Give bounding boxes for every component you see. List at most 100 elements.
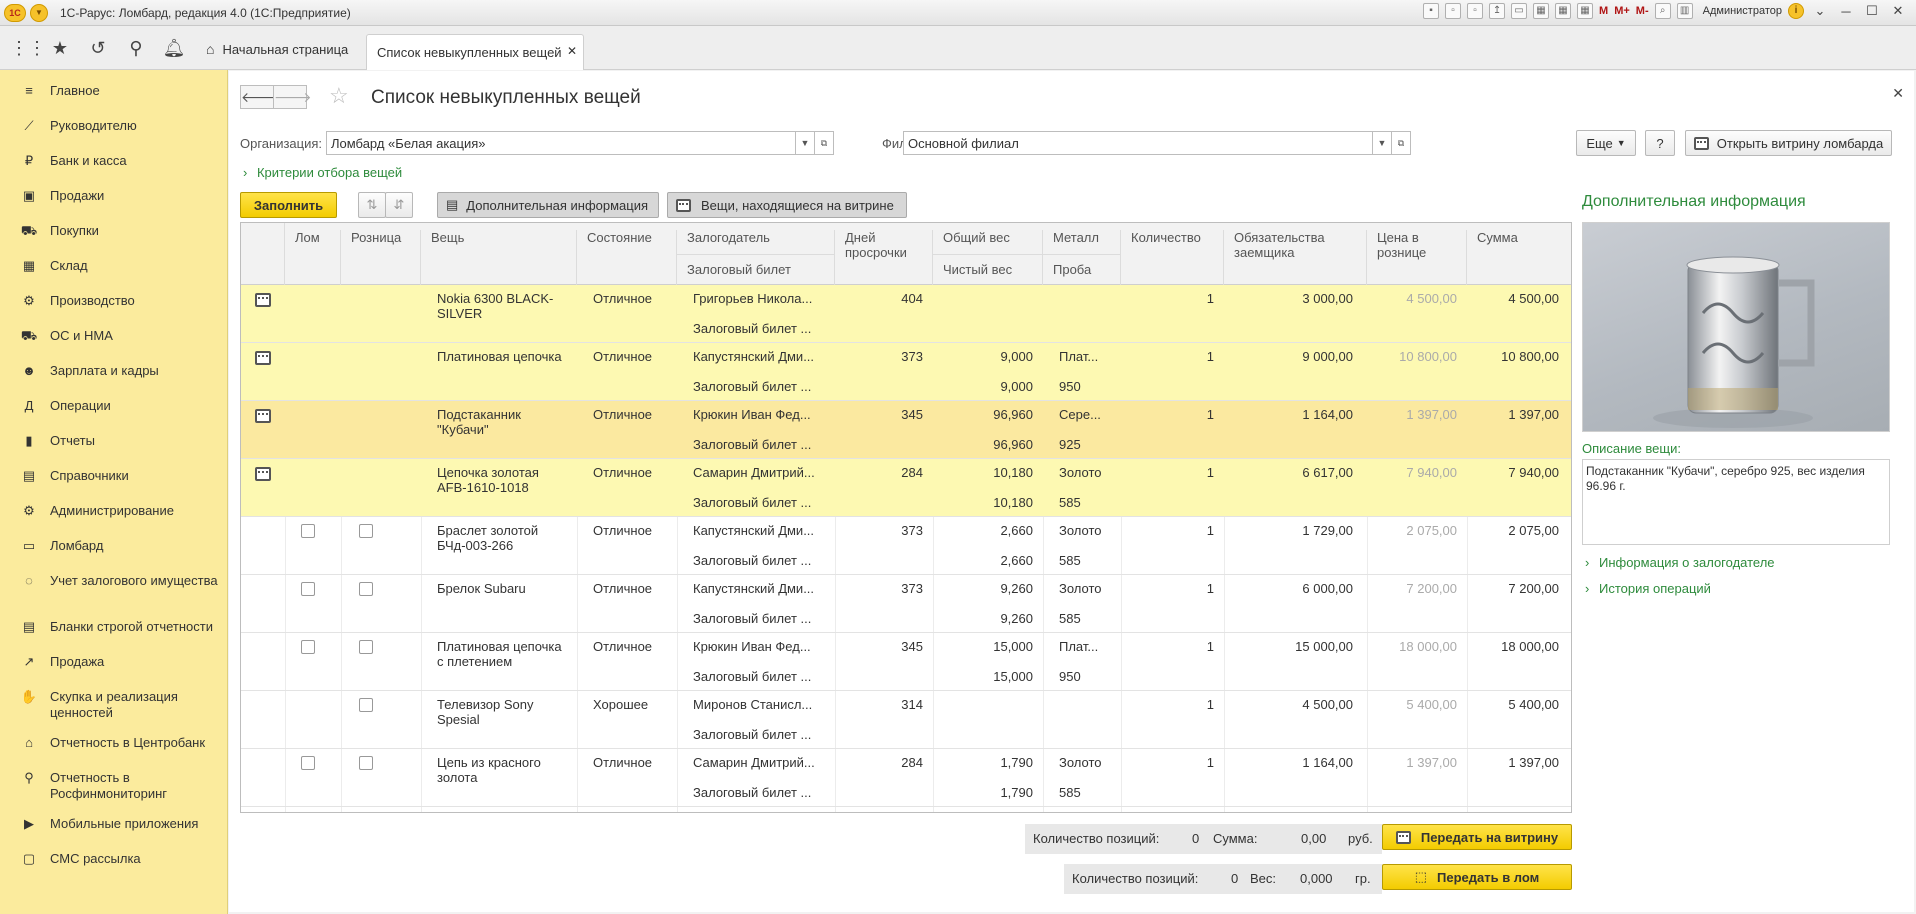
- header-probe[interactable]: Проба: [1043, 254, 1121, 285]
- table-row[interactable]: Подстаканник "Кубачи" Отличное Крюкин Иван…: [241, 401, 1571, 459]
- sidebar-item-6[interactable]: ⚙ Производство: [0, 293, 228, 309]
- sort-desc-button[interactable]: ⇵: [385, 192, 413, 218]
- info-icon[interactable]: i: [1788, 3, 1804, 19]
- favorites-star-icon[interactable]: ★: [48, 36, 72, 60]
- header-net-weight[interactable]: Чистый вес: [933, 254, 1043, 285]
- sidebar-item-10[interactable]: ▮ Отчеты: [0, 433, 228, 449]
- sidebar-item-16[interactable]: ↗ Продажа: [0, 654, 228, 670]
- search-icon[interactable]: ⚲: [124, 36, 148, 60]
- table-row[interactable]: Браслет золотой БЧд-003-266 Отличное Капус…: [241, 517, 1571, 575]
- attach-icon[interactable]: ↥: [1489, 3, 1506, 19]
- retail-checkbox[interactable]: [359, 756, 373, 770]
- preview-icon[interactable]: ▫: [1467, 3, 1484, 19]
- zoom-icon[interactable]: ⌕: [1654, 3, 1671, 19]
- sidebar-item-18[interactable]: ⌂ Отчетность в Центробанк: [0, 735, 228, 751]
- minimize-icon[interactable]: ─: [1836, 4, 1856, 19]
- sidebar-item-14[interactable]: ◌ Учет залогового имущества: [0, 573, 228, 589]
- header-retail[interactable]: Розница: [341, 230, 421, 285]
- back-button[interactable]: 🡐: [240, 85, 279, 109]
- header-state[interactable]: Состояние: [577, 230, 677, 285]
- sidebar-item-9[interactable]: Д Операции: [0, 398, 228, 414]
- branch-field[interactable]: Основной филиал: [903, 131, 1373, 155]
- sidebar-item-1[interactable]: ⟋ Руководителю: [0, 118, 228, 134]
- pledger-info-link[interactable]: › Информация о залогодателе: [1585, 555, 1775, 570]
- sidebar-item-0[interactable]: ≡ Главное: [0, 83, 228, 99]
- form-close-icon[interactable]: ✕: [1892, 85, 1904, 102]
- panels-icon[interactable]: ▥: [1676, 3, 1693, 19]
- apps-grid-icon[interactable]: ⋮⋮: [10, 36, 46, 60]
- chevron-down-icon[interactable]: ⌄: [1810, 3, 1830, 19]
- to-showcase-button[interactable]: Передать на витрину: [1382, 824, 1572, 850]
- print-icon[interactable]: ▫: [1445, 3, 1462, 19]
- branch-dropdown-icon[interactable]: ▼: [1372, 131, 1392, 155]
- criteria-toggle[interactable]: › Критерии отбора вещей: [243, 165, 402, 180]
- memory-mplus-button[interactable]: M+: [1614, 5, 1630, 17]
- sidebar-item-7[interactable]: ⛟ ОС и НМА: [0, 328, 228, 346]
- to-scrap-button[interactable]: ⬚ Передать в лом: [1382, 864, 1572, 890]
- item-desc-field[interactable]: Подстаканник "Кубачи", серебро 925, вес …: [1582, 459, 1890, 545]
- spreadsheet-icon[interactable]: ▦: [1555, 3, 1572, 19]
- fill-button[interactable]: Заполнить: [240, 192, 337, 218]
- sidebar-item-5[interactable]: ▦ Склад: [0, 258, 228, 274]
- calendar-icon[interactable]: ▦: [1533, 3, 1550, 19]
- header-sum[interactable]: Сумма: [1467, 230, 1571, 285]
- table-row[interactable]: Брелок Subaru Отличное Капустянский Дми...…: [241, 575, 1571, 633]
- header-ticket[interactable]: Залоговый билет: [677, 254, 835, 285]
- sidebar-item-4[interactable]: ⛟ Покупки: [0, 223, 228, 241]
- 1c-logo-icon[interactable]: 1C: [4, 3, 26, 22]
- retail-checkbox[interactable]: [359, 640, 373, 654]
- sidebar-item-3[interactable]: ▣ Продажи: [0, 188, 228, 204]
- close-icon[interactable]: ✕: [1888, 3, 1908, 19]
- table-row[interactable]: Платиновая цепочка с плетением Отличное Кр…: [241, 633, 1571, 691]
- save-icon[interactable]: ▪: [1423, 3, 1440, 19]
- favorite-star-icon[interactable]: ☆: [329, 83, 349, 109]
- bell-icon[interactable]: 🔔︎: [162, 36, 186, 60]
- sidebar-item-19[interactable]: ⚲ Отчетность в Росфинмониторинг: [0, 770, 228, 802]
- sidebar-item-17[interactable]: ✋ Скупка и реализация ценностей: [0, 689, 228, 721]
- help-button[interactable]: ?: [1645, 130, 1675, 156]
- sidebar-item-15[interactable]: ▤ Бланки строгой отчетности: [0, 619, 228, 635]
- tab-close-icon[interactable]: ✕: [567, 44, 577, 58]
- header-retail-price[interactable]: Цена в рознице: [1367, 230, 1467, 285]
- retail-checkbox[interactable]: [359, 582, 373, 596]
- more-button[interactable]: Еще ▼: [1576, 130, 1636, 156]
- sidebar-item-2[interactable]: ₽ Банк и касса: [0, 153, 228, 169]
- table-row[interactable]: Цепь из красного золота Отличное Самарин Д…: [241, 749, 1571, 807]
- header-obligations[interactable]: Обязательства заемщика: [1224, 230, 1367, 285]
- sidebar-item-20[interactable]: ▶ Мобильные приложения: [0, 816, 228, 832]
- header-qty[interactable]: Количество: [1121, 230, 1224, 285]
- memory-mminus-button[interactable]: M-: [1636, 5, 1649, 17]
- tab-unredeemed-items[interactable]: Список невыкупленных вещей ✕: [366, 34, 584, 70]
- header-item[interactable]: Вещь: [421, 230, 577, 285]
- calculator-icon[interactable]: ▦: [1577, 3, 1594, 19]
- open-showcase-button[interactable]: Открыть витрину ломбарда: [1685, 130, 1892, 156]
- table-row[interactable]: Nokia 6300 BLACK-SILVER Отличное Григорьев…: [241, 285, 1571, 343]
- items-on-showcase-toggle[interactable]: Вещи, находящиеся на витрине: [667, 192, 907, 218]
- operations-history-link[interactable]: › История операций: [1585, 581, 1711, 596]
- history-icon[interactable]: ↺: [86, 36, 110, 60]
- sort-asc-button[interactable]: ⇅: [358, 192, 386, 218]
- lom-checkbox[interactable]: [301, 524, 315, 538]
- lom-checkbox[interactable]: [301, 640, 315, 654]
- items-table[interactable]: Лом Розница Вещь Состояние Залогодатель …: [240, 222, 1572, 813]
- header-lom[interactable]: Лом: [285, 230, 341, 285]
- org-open-icon[interactable]: ⧉: [814, 131, 834, 155]
- tab-home[interactable]: ⌂ Начальная страница: [196, 34, 358, 64]
- sidebar-item-13[interactable]: ▭ Ломбард: [0, 538, 228, 554]
- forward-button[interactable]: 🡒: [273, 85, 312, 109]
- lom-checkbox[interactable]: [301, 582, 315, 596]
- extra-info-toggle[interactable]: ▤ Дополнительная информация: [437, 192, 659, 218]
- main-menu-icon[interactable]: ▼: [30, 3, 48, 22]
- lom-checkbox[interactable]: [301, 756, 315, 770]
- memory-m-button[interactable]: M: [1599, 5, 1608, 17]
- sidebar-item-11[interactable]: ▤ Справочники: [0, 468, 228, 484]
- header-metal[interactable]: Металл: [1043, 230, 1121, 254]
- table-row[interactable]: Платиновая цепочка Отличное Капустянский Д…: [241, 343, 1571, 401]
- maximize-icon[interactable]: ☐: [1862, 3, 1882, 19]
- table-row[interactable]: Телевизор Sony Spesial Хорошее Миронов Ста…: [241, 691, 1571, 749]
- retail-checkbox[interactable]: [359, 698, 373, 712]
- retail-checkbox[interactable]: [359, 524, 373, 538]
- sidebar-item-12[interactable]: ⚙ Администрирование: [0, 503, 228, 519]
- org-dropdown-icon[interactable]: ▼: [795, 131, 815, 155]
- org-field[interactable]: Ломбард «Белая акация»: [326, 131, 796, 155]
